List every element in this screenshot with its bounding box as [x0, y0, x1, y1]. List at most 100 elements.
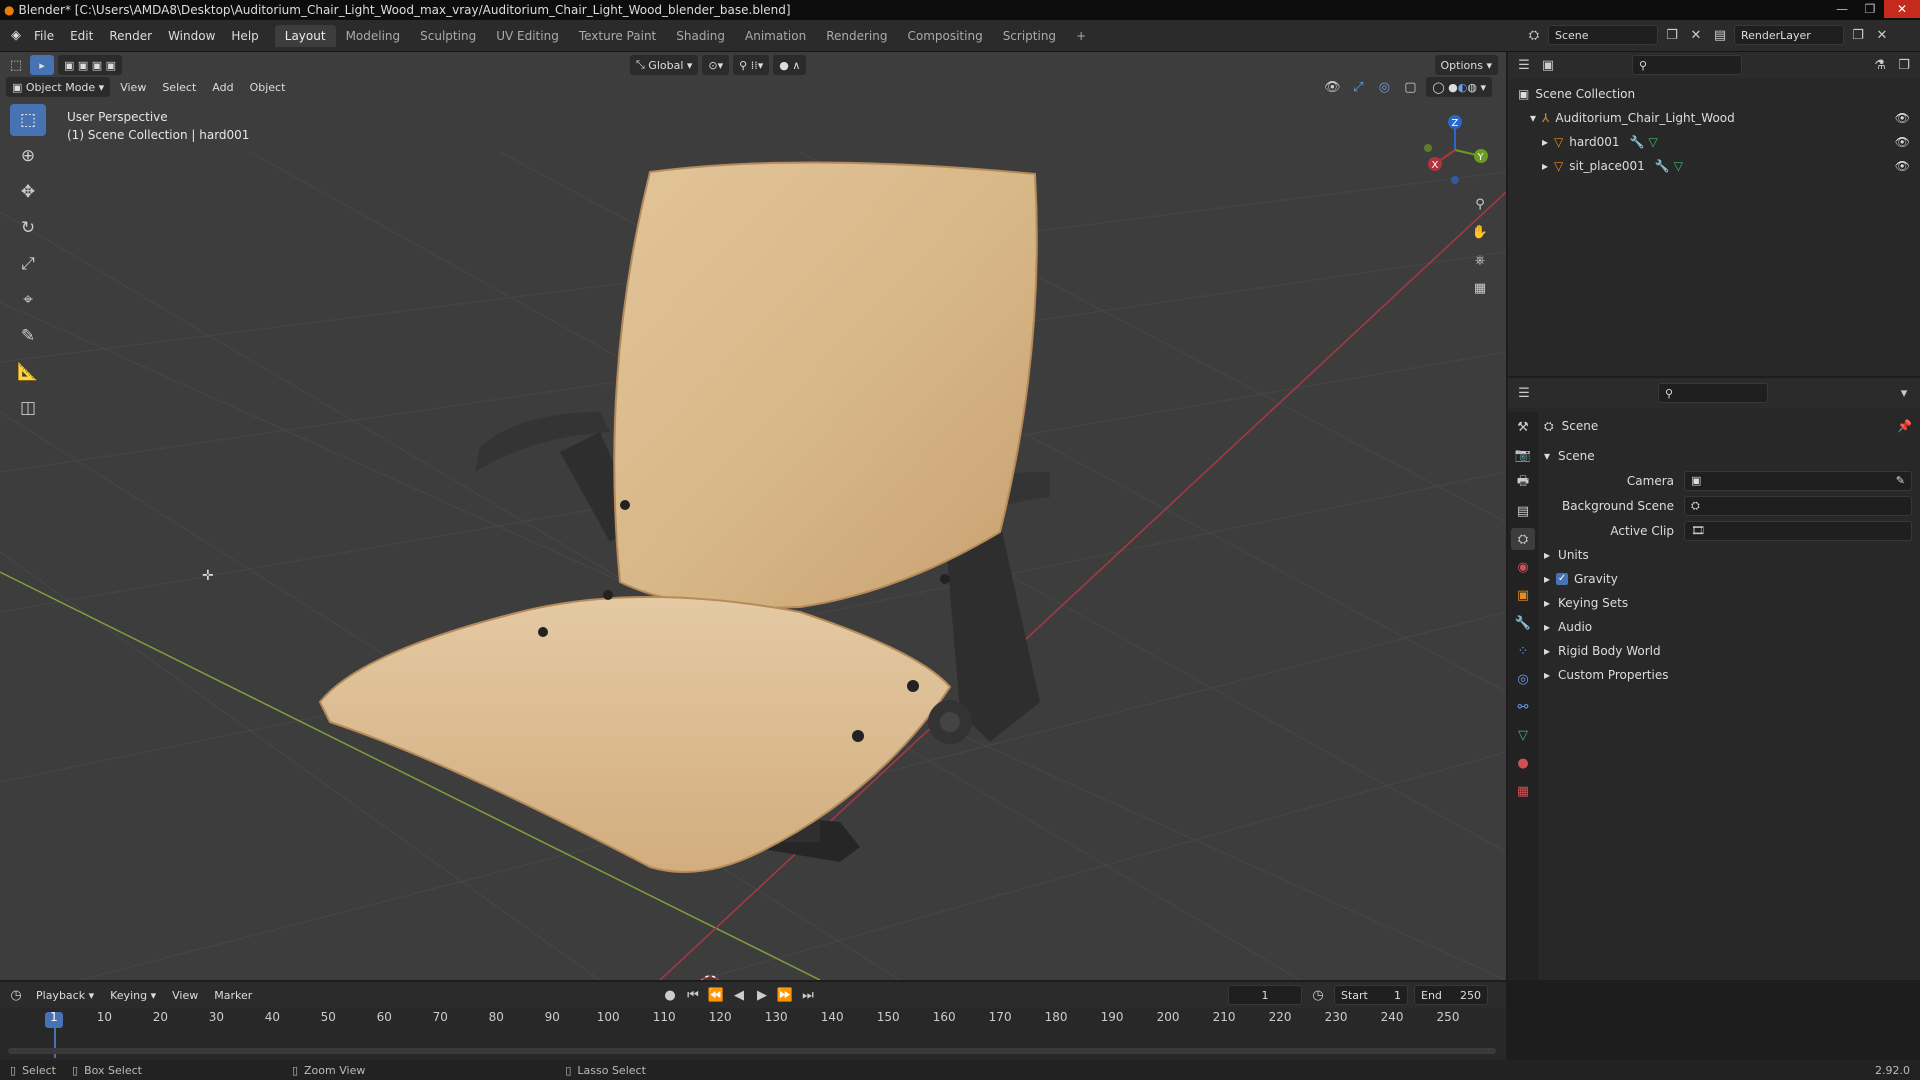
- ortho-toggle-icon[interactable]: ▦: [1470, 278, 1490, 298]
- snap-icon[interactable]: ⚲ ⁞⁞▾: [733, 55, 770, 75]
- viewport-menu-object[interactable]: Object: [244, 81, 292, 94]
- transform-tool-icon[interactable]: ⌖: [10, 284, 46, 316]
- collapse-icon[interactable]: ▾: [1894, 383, 1914, 403]
- tab-layout[interactable]: Layout: [274, 24, 336, 47]
- scene-selector[interactable]: Scene: [1548, 25, 1658, 45]
- overlays-icon[interactable]: ◎: [1374, 77, 1394, 97]
- expand-icon[interactable]: ▾: [1530, 111, 1536, 125]
- annotate-tool-icon[interactable]: ✎: [10, 320, 46, 352]
- scene-panel-header[interactable]: ▾ Scene: [1544, 444, 1912, 468]
- visibility-eye-icon[interactable]: 👁: [1895, 111, 1910, 125]
- menu-help[interactable]: Help: [223, 29, 266, 43]
- output-tab-icon[interactable]: 🖶: [1511, 472, 1535, 494]
- new-view-layer-icon[interactable]: ❐: [1848, 25, 1868, 45]
- cursor-tool-icon[interactable]: ⊕: [10, 140, 46, 172]
- scale-tool-icon[interactable]: ⤢: [10, 248, 46, 280]
- render-tab-icon[interactable]: 📷: [1511, 444, 1535, 466]
- options-dropdown[interactable]: Options ▾: [1434, 55, 1498, 75]
- gravity-panel[interactable]: ▸ ✓ Gravity: [1544, 567, 1912, 591]
- tab-texture-paint[interactable]: Texture Paint: [569, 25, 666, 47]
- select-box-tool-icon[interactable]: ⬚: [10, 104, 46, 136]
- delete-scene-icon[interactable]: ✕: [1686, 25, 1706, 45]
- close-button[interactable]: ✕: [1884, 0, 1920, 18]
- pivot-point-icon[interactable]: ⊙▾: [702, 55, 730, 75]
- display-mode-icon[interactable]: ▣: [1538, 55, 1558, 75]
- camera-field[interactable]: ▣ ✎: [1684, 470, 1912, 491]
- tool-tab-icon[interactable]: ⚒: [1511, 416, 1535, 438]
- outliner-search[interactable]: ⚲: [1632, 55, 1742, 75]
- shading-mode-icons[interactable]: ◯ ● ◐ ◍ ▾: [1426, 77, 1492, 97]
- menu-edit[interactable]: Edit: [62, 29, 101, 43]
- expand-icon[interactable]: ▸: [1542, 159, 1548, 173]
- view-layer-selector[interactable]: RenderLayer: [1734, 25, 1844, 45]
- pin-icon[interactable]: 📌: [1897, 419, 1912, 433]
- material-tab-icon[interactable]: ●: [1511, 752, 1535, 774]
- outliner-collection-row[interactable]: ▾ ⅄ Auditorium_Chair_Light_Wood 👁: [1518, 106, 1910, 130]
- menu-render[interactable]: Render: [101, 29, 160, 43]
- data-tab-icon[interactable]: ▽: [1511, 724, 1535, 746]
- proportional-edit-icon[interactable]: ● ∧: [773, 55, 807, 75]
- texture-tab-icon[interactable]: ▦: [1511, 780, 1535, 802]
- units-panel[interactable]: ▸ Units: [1544, 543, 1912, 567]
- constraints-tab-icon[interactable]: ⚯: [1511, 696, 1535, 718]
- outliner-object-row[interactable]: ▸ ▽ sit_place001 🔧 ▽ 👁: [1518, 154, 1910, 178]
- visibility-icon[interactable]: 👁: [1322, 77, 1342, 97]
- add-workspace-button[interactable]: +: [1066, 25, 1096, 47]
- xray-icon[interactable]: ▢: [1400, 77, 1420, 97]
- chair-model[interactable]: [318, 161, 1050, 873]
- transform-orientation-dropdown[interactable]: ⤡ Global ▾: [630, 55, 699, 75]
- world-tab-icon[interactable]: ◉: [1511, 556, 1535, 578]
- new-collection-icon[interactable]: ❐: [1894, 55, 1914, 75]
- select-tool-mode-icon[interactable]: ▸: [30, 55, 54, 75]
- blender-menu-icon[interactable]: ◈: [6, 26, 26, 46]
- view-layer-tab-icon[interactable]: ▤: [1511, 500, 1535, 522]
- particles-tab-icon[interactable]: ⁘: [1511, 640, 1535, 662]
- active-clip-field[interactable]: 🎞: [1684, 520, 1912, 541]
- rotate-tool-icon[interactable]: ↻: [10, 212, 46, 244]
- measure-tool-icon[interactable]: 📐: [10, 356, 46, 388]
- physics-tab-icon[interactable]: ◎: [1511, 668, 1535, 690]
- background-scene-field[interactable]: ⛭: [1684, 495, 1912, 516]
- tab-animation[interactable]: Animation: [735, 25, 816, 47]
- modifier-tab-icon[interactable]: 🔧: [1511, 612, 1535, 634]
- selection-mode-icons[interactable]: ▣ ▣ ▣ ▣: [58, 55, 123, 75]
- visibility-eye-icon[interactable]: 👁: [1895, 135, 1910, 149]
- viewport-menu-select[interactable]: Select: [156, 81, 202, 94]
- outliner-editor-icon[interactable]: ☰: [1514, 55, 1534, 75]
- tab-uv-editing[interactable]: UV Editing: [486, 25, 569, 47]
- tab-sculpting[interactable]: Sculpting: [410, 25, 486, 47]
- gravity-checkbox[interactable]: ✓: [1556, 573, 1569, 585]
- tab-shading[interactable]: Shading: [666, 25, 735, 47]
- tab-rendering[interactable]: Rendering: [816, 25, 897, 47]
- menu-file[interactable]: File: [26, 29, 62, 43]
- new-scene-icon[interactable]: ❐: [1662, 25, 1682, 45]
- filter-icon[interactable]: ⚗: [1870, 55, 1890, 75]
- zoom-icon[interactable]: ⚲: [1470, 194, 1490, 214]
- add-cube-tool-icon[interactable]: ◫: [10, 392, 46, 424]
- expand-icon[interactable]: ▸: [1542, 135, 1548, 149]
- minimize-button[interactable]: —: [1828, 0, 1856, 18]
- timeline-scrollbar[interactable]: [8, 1048, 1496, 1054]
- object-tab-icon[interactable]: ▣: [1511, 584, 1535, 606]
- camera-view-icon[interactable]: ⎈: [1470, 250, 1490, 270]
- pan-hand-icon[interactable]: ✋: [1470, 222, 1490, 242]
- audio-panel[interactable]: ▸ Audio: [1544, 615, 1912, 639]
- custom-properties-panel[interactable]: ▸ Custom Properties: [1544, 663, 1912, 687]
- delete-view-layer-icon[interactable]: ✕: [1872, 25, 1892, 45]
- editor-type-icon[interactable]: ⬚: [6, 55, 26, 75]
- tab-modeling[interactable]: Modeling: [336, 25, 411, 47]
- properties-editor-icon[interactable]: ☰: [1514, 383, 1534, 403]
- tab-scripting[interactable]: Scripting: [993, 25, 1066, 47]
- eyedropper-icon[interactable]: ✎: [1896, 474, 1905, 487]
- 3d-viewport[interactable]: ✛ ⬚ ▸ ▣ ▣ ▣ ▣ ⤡ Global ▾ ⊙▾ ⚲ ⁞⁞▾ ● ∧ Op…: [0, 52, 1506, 980]
- outliner-root[interactable]: ▣ Scene Collection: [1518, 82, 1910, 106]
- maximize-button[interactable]: ❐: [1856, 0, 1884, 18]
- viewport-menu-view[interactable]: View: [114, 81, 152, 94]
- move-tool-icon[interactable]: ✥: [10, 176, 46, 208]
- outliner-object-row[interactable]: ▸ ▽ hard001 🔧 ▽ 👁: [1518, 130, 1910, 154]
- viewport-menu-add[interactable]: Add: [206, 81, 239, 94]
- visibility-eye-icon[interactable]: 👁: [1895, 159, 1910, 173]
- rigid-body-world-panel[interactable]: ▸ Rigid Body World: [1544, 639, 1912, 663]
- keying-sets-panel[interactable]: ▸ Keying Sets: [1544, 591, 1912, 615]
- tab-compositing[interactable]: Compositing: [897, 25, 992, 47]
